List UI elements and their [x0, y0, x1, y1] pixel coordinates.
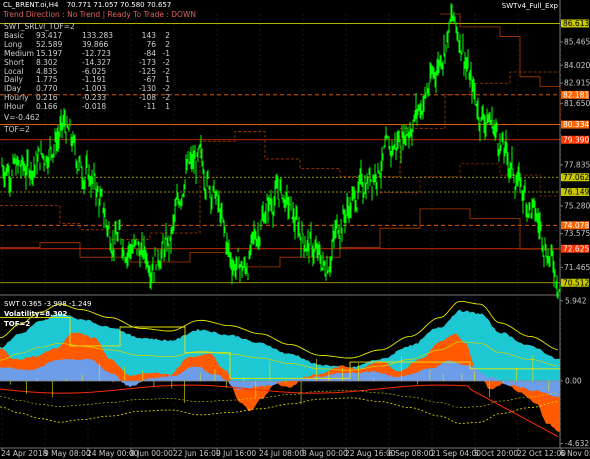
level-table-cell: IHour: [4, 102, 25, 112]
symbol-label: CL_BRENT.oi,H4: [3, 1, 59, 9]
volatility-label: Volatility=8.302: [4, 310, 68, 318]
ohlc-label: 70.771 71.057 70.580 70.657: [66, 1, 172, 9]
time-label: 6 Nov 05:00: [560, 449, 590, 458]
price-label: 82.915: [564, 79, 590, 88]
time-label: 24 Apr 2018: [1, 449, 48, 458]
price-tag-label: 80.334: [563, 120, 589, 129]
oscillator-tof-label: TOF=2: [4, 320, 31, 328]
v-value-label: V=-0.462: [4, 113, 40, 122]
time-label: 5 Oct 20:00: [474, 449, 518, 458]
level-table-cell: 1: [165, 102, 170, 112]
price-label: 75.280: [564, 202, 590, 211]
oscillator-label: -4.632: [565, 439, 589, 448]
price-label: 71.465: [564, 263, 590, 272]
price-tag-label: 86.613: [563, 19, 589, 28]
time-label: 6 Sep 08:00: [388, 449, 434, 458]
level-table-cell: 0.166: [36, 102, 58, 112]
price-label: 73.575: [564, 229, 590, 238]
time-label: 8 Jun 00:00: [130, 449, 173, 458]
time-label: 22 Oct 12:00: [517, 449, 566, 458]
chart-header: CL_BRENT.oi,H4 70.771 71.057 70.580 70.6…: [3, 1, 171, 9]
trend-direction-label: Trend Direction : No Trend | Ready To Tr…: [3, 10, 196, 19]
time-label: 9 May 08:00: [44, 449, 91, 458]
level-table-cell: -0.018: [82, 102, 107, 112]
time-label: 9 Jul 16:00: [216, 449, 256, 458]
price-tag-label: 77.062: [563, 173, 589, 182]
oscillator-label: 0.00: [565, 377, 582, 386]
price-label: 84.020: [564, 61, 590, 70]
time-label: 22 Jun 16:00: [173, 449, 221, 458]
indicator-name: SWTv4_Full_Exp: [501, 2, 558, 10]
level-table-row: IHour 0.166 -0.018 -11 1: [4, 102, 170, 112]
level-table: SWT_SRLvl_TOF=2 Basic 93.417 133.283 143 2 Lo…: [4, 22, 170, 112]
time-label: 8 Aug 00:00: [302, 449, 348, 458]
price-tag-label: 76.149: [563, 188, 589, 197]
oscillator-label: 5.942: [565, 296, 587, 305]
tof-value-label: TOF=2: [4, 125, 30, 134]
time-label: 24 Jul 08:00: [259, 449, 304, 458]
time-axis: 24 Apr 20189 May 08:0024 May 00:008 Jun …: [1, 448, 590, 458]
price-label: 77.835: [564, 160, 590, 169]
level-table-cell: -11: [143, 102, 156, 112]
price-tag-label: 79.390: [563, 135, 589, 144]
price-label: 81.650: [564, 99, 590, 108]
price-label: 85.465: [564, 38, 590, 47]
price-tag-label: 70.512: [563, 278, 589, 287]
price-tag-label: 72.625: [563, 244, 589, 253]
oscillator-name-label: SWT 0.365 -3.998 -1.249: [4, 300, 92, 308]
